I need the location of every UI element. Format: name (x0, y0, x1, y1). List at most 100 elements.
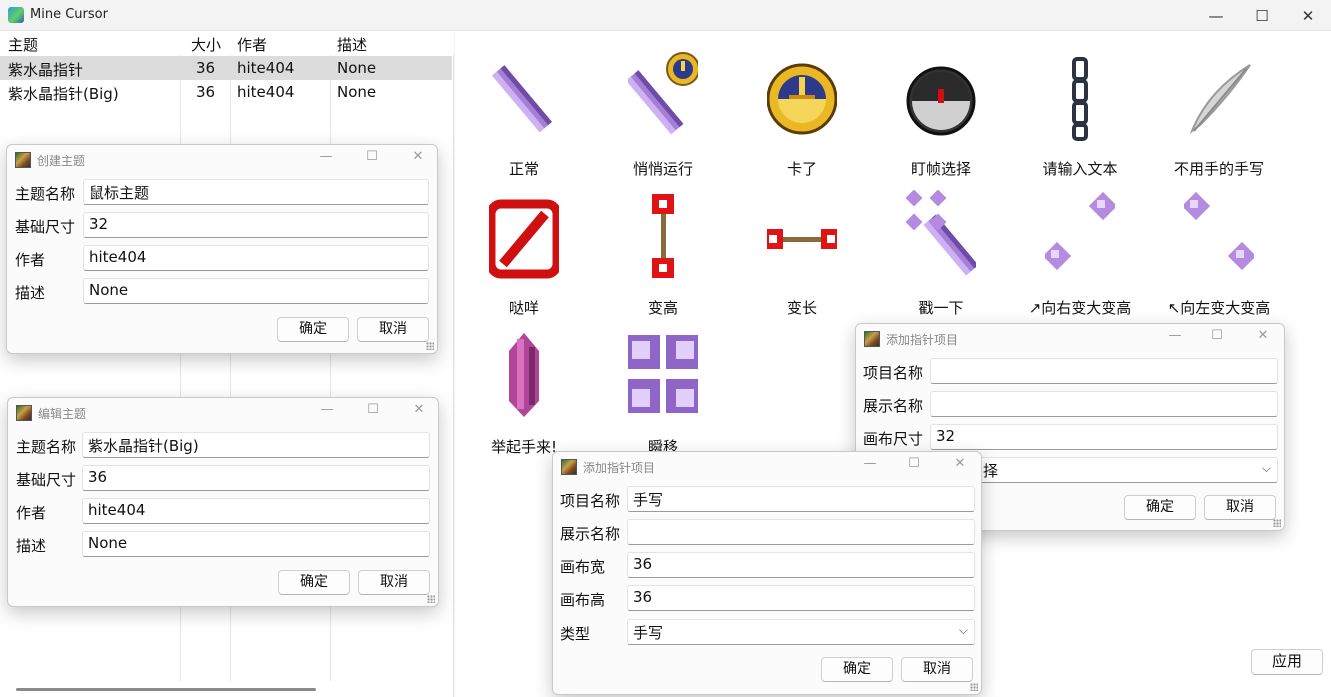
field-label: 描述 (15, 284, 46, 302)
maximize-button[interactable]: ☐ (357, 149, 387, 169)
ok-button[interactable]: 确定 (277, 317, 349, 342)
row-author: hite404 (237, 83, 295, 101)
item-name-input[interactable]: 手写 (627, 486, 975, 512)
cursor-label: 变长 (786, 299, 817, 317)
cursor-item-horizontal-resize[interactable]: 变长 (733, 180, 871, 320)
field-label: 描述 (16, 537, 47, 555)
author-input[interactable]: hite404 (83, 245, 429, 271)
amethyst-clock-icon (628, 52, 698, 135)
field-label: 项目名称 (863, 364, 924, 382)
dialog-title: 创建主题 (37, 154, 86, 168)
column-header-author[interactable]: 作者 (237, 34, 267, 55)
field-label: 作者 (16, 504, 47, 522)
barrier-icon (489, 199, 559, 279)
close-button[interactable]: ✕ (1285, 0, 1331, 31)
minimize-button[interactable]: — (311, 149, 341, 169)
column-header-theme[interactable]: 主题 (8, 34, 38, 55)
cursor-label: 戳一下 (918, 299, 964, 317)
row-description: None (337, 83, 377, 101)
type-select-value: 择 (983, 462, 999, 480)
cancel-button[interactable]: 取消 (901, 657, 973, 682)
cancel-button[interactable]: 取消 (357, 317, 429, 342)
amethyst-poke-icon (906, 190, 976, 276)
field-label: 项目名称 (560, 492, 621, 510)
maximize-button[interactable]: ☐ (358, 402, 388, 422)
chevron-down-icon: ⌵ (1261, 461, 1271, 475)
ok-button[interactable]: 确定 (278, 570, 350, 595)
ok-button[interactable]: 确定 (1124, 495, 1196, 520)
resize-grip[interactable] (426, 342, 434, 350)
maximize-button[interactable]: ☐ (1239, 0, 1285, 31)
window-title: Mine Cursor (30, 7, 108, 22)
cursor-item-handwriting[interactable]: 不用手的手写 (1150, 41, 1288, 181)
column-header-description[interactable]: 描述 (337, 34, 367, 55)
cancel-button[interactable]: 取消 (358, 570, 430, 595)
cursor-item-busy[interactable]: 卡了 (733, 41, 871, 181)
row-size: 36 (196, 59, 216, 77)
close-button[interactable]: ✕ (404, 402, 434, 422)
minimize-button[interactable]: — (312, 402, 342, 422)
type-select[interactable]: 择 ⌵ (930, 457, 1278, 483)
resize-grip[interactable] (970, 683, 978, 691)
minimize-button[interactable]: — (1160, 328, 1190, 348)
cursor-item-unavailable[interactable]: 哒咩 (455, 180, 593, 320)
cursor-label: 哒咩 (508, 299, 539, 317)
cursor-item-resize-nw[interactable]: ↖向左变大变高 (1150, 180, 1288, 320)
resize-grip[interactable] (427, 595, 435, 603)
type-select[interactable]: 手写 ⌵ (627, 619, 975, 645)
display-name-input[interactable] (930, 391, 1278, 417)
description-input[interactable]: None (83, 278, 429, 304)
theme-name-input[interactable]: 紫水晶指针(Big) (82, 432, 430, 458)
field-label: 画布高 (560, 591, 606, 609)
amethyst-move-icon (628, 335, 698, 413)
minimize-button[interactable]: — (1193, 0, 1239, 31)
canvas-width-input[interactable]: 36 (627, 552, 975, 578)
close-button[interactable]: ✕ (945, 456, 975, 476)
base-size-input[interactable]: 36 (82, 465, 430, 491)
author-input[interactable]: hite404 (82, 498, 430, 524)
cursor-item-precision[interactable]: 盯帧选择 (872, 41, 1010, 181)
column-header-size[interactable]: 大小 (191, 34, 221, 55)
theme-name-input[interactable]: 鼠标主题 (83, 179, 429, 205)
cursor-item-resize-ne[interactable]: ↗向右变大变高 (1011, 180, 1149, 320)
cancel-button[interactable]: 取消 (1204, 495, 1276, 520)
cursor-item-hand[interactable]: 举起手来! (455, 319, 593, 459)
window-titlebar: Mine Cursor — ☐ ✕ (0, 0, 1331, 31)
maximize-button[interactable]: ☐ (1202, 328, 1232, 348)
resize-grip[interactable] (1273, 519, 1281, 527)
app-icon (8, 7, 24, 23)
add-cursor-item-dialog-active: 添加指针项目 — ☐ ✕ 项目名称 手写 展示名称 画布宽 36 画布高 36 … (552, 451, 982, 695)
cursor-item-link[interactable]: 戳一下 (872, 180, 1010, 320)
canvas-size-input[interactable]: 32 (930, 424, 1278, 450)
feather-icon (1189, 64, 1251, 134)
maximize-button[interactable]: ☐ (899, 456, 929, 476)
display-name-input[interactable] (627, 519, 975, 545)
diagonal-resize-ne-icon (1045, 191, 1115, 271)
description-input[interactable]: None (82, 531, 430, 557)
field-label: 主题名称 (16, 438, 77, 456)
horizontal-scrollbar[interactable] (16, 688, 316, 691)
minimize-button[interactable]: — (855, 456, 885, 476)
close-button[interactable]: ✕ (1248, 328, 1278, 348)
field-label: 展示名称 (560, 525, 621, 543)
cursor-item-text[interactable]: 请输入文本 (1011, 41, 1149, 181)
field-label: 主题名称 (15, 185, 76, 203)
field-label: 基础尺寸 (15, 218, 76, 236)
item-name-input[interactable] (930, 358, 1278, 384)
amethyst-shard-icon (492, 65, 552, 133)
cursor-item-vertical-resize[interactable]: 变高 (594, 180, 732, 320)
vertical-resize-icon (652, 194, 674, 278)
cursor-item-normal[interactable]: 正常 (455, 41, 593, 181)
canvas-height-input[interactable]: 36 (627, 585, 975, 611)
apply-button[interactable]: 应用 (1251, 649, 1323, 675)
dialog-title: 添加指针项目 (583, 461, 656, 475)
field-label: 基础尺寸 (16, 471, 77, 489)
table-row[interactable]: 紫水晶指针(Big) 36 hite404 None (0, 80, 452, 104)
ok-button[interactable]: 确定 (821, 657, 893, 682)
close-button[interactable]: ✕ (403, 149, 433, 169)
table-row[interactable]: 紫水晶指针 36 hite404 None (0, 56, 452, 80)
base-size-input[interactable]: 32 (83, 212, 429, 238)
cursor-item-move[interactable]: 瞬移 (594, 319, 732, 459)
dialog-app-icon (864, 331, 880, 347)
cursor-item-background[interactable]: 悄悄运行 (594, 41, 732, 181)
